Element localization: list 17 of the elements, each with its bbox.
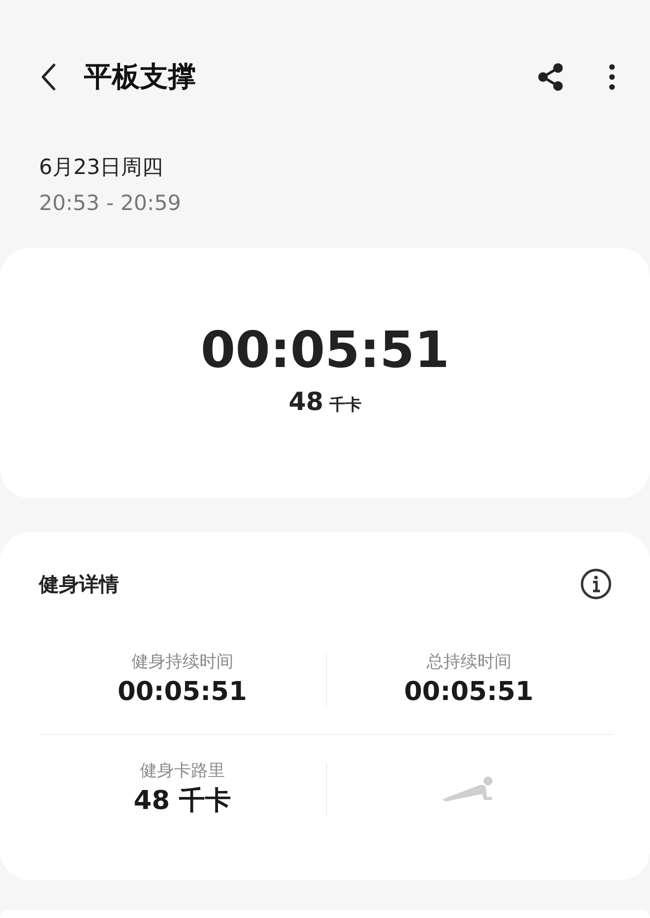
workout-date: 6月23日周四 xyxy=(39,154,164,181)
stat-label: 总持续时间 xyxy=(426,651,512,674)
page-title: 平板支撑 xyxy=(84,59,197,95)
section-title: 健身详情 xyxy=(39,570,119,598)
share-icon xyxy=(538,63,564,91)
more-icon xyxy=(608,63,616,91)
workout-duration: 00:05:51 xyxy=(200,320,450,380)
stat-label: 健身持续时间 xyxy=(131,651,234,674)
info-icon xyxy=(580,568,612,600)
stat-value: 48 千卡 xyxy=(134,785,231,818)
info-button[interactable] xyxy=(580,568,612,600)
stat-value: 00:05:51 xyxy=(118,676,247,709)
back-icon xyxy=(40,63,56,91)
calories-burned: 48 千卡 xyxy=(288,386,362,418)
stat-value: 00:05:51 xyxy=(404,676,534,709)
time-range: 20:53 - 20:59 xyxy=(39,190,181,217)
stat-label: 健身卡路里 xyxy=(140,760,225,783)
